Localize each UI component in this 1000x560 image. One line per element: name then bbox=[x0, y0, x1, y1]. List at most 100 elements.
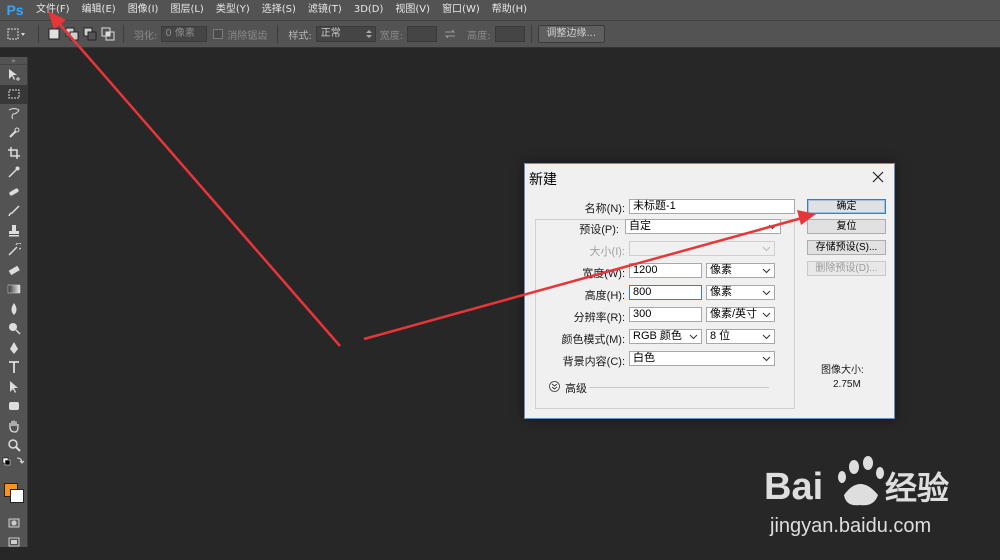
menu-bar: Ps 文件(F) 编辑(E) 图像(I) 图层(L) 类型(Y) 选择(S) 滤… bbox=[0, 0, 1000, 20]
healing-tool[interactable] bbox=[0, 182, 28, 202]
brush-tool[interactable] bbox=[0, 202, 28, 222]
options-bar: 羽化: 0 像素 消除锯齿 样式: 正常 宽度: 高度: 调整边缘... bbox=[0, 20, 1000, 48]
menu-type[interactable]: 类型(Y) bbox=[210, 0, 256, 20]
marquee-tool[interactable] bbox=[0, 84, 28, 104]
menu-file[interactable]: 文件(F) bbox=[30, 0, 76, 20]
shape-tool[interactable] bbox=[0, 397, 28, 417]
background-color-swatch[interactable] bbox=[10, 489, 24, 503]
intersect-selection-icon[interactable] bbox=[101, 27, 115, 41]
swap-colors-row bbox=[0, 455, 28, 469]
stamp-tool[interactable] bbox=[0, 221, 28, 241]
dodge-tool[interactable] bbox=[0, 319, 28, 339]
lasso-tool[interactable] bbox=[0, 104, 28, 124]
color-mode-select[interactable]: RGB 颜色 bbox=[629, 329, 702, 344]
menu-layer[interactable]: 图层(L) bbox=[164, 0, 209, 20]
crop-tool[interactable] bbox=[0, 143, 28, 163]
style-select-value: 正常 bbox=[320, 28, 341, 39]
screen-mode-button[interactable] bbox=[0, 533, 28, 553]
swap-icon[interactable] bbox=[443, 27, 457, 41]
save-preset-button[interactable]: 存储预设(S)... bbox=[807, 240, 886, 255]
eyedropper-tool[interactable] bbox=[0, 163, 28, 183]
chevron-down-icon bbox=[762, 246, 771, 252]
default-colors-icon[interactable] bbox=[0, 455, 28, 469]
panel-collapse-icon[interactable]: » bbox=[0, 57, 27, 65]
menu-3d[interactable]: 3D(D) bbox=[348, 0, 390, 20]
chevron-down-icon bbox=[768, 224, 777, 230]
ok-button[interactable]: 确定 bbox=[807, 199, 886, 214]
pen-tool[interactable] bbox=[0, 338, 28, 358]
zoom-tool[interactable] bbox=[0, 436, 28, 456]
antialias-checkbox[interactable] bbox=[213, 29, 224, 39]
history-brush-tool[interactable] bbox=[0, 241, 28, 261]
color-mode-label: 颜色模式(M): bbox=[561, 334, 625, 346]
menu-window[interactable]: 窗口(W) bbox=[436, 0, 486, 20]
width-unit-select[interactable]: 像素 bbox=[706, 263, 775, 278]
rectangle-icon bbox=[9, 402, 19, 411]
resolution-unit-select[interactable]: 像素/英寸 bbox=[706, 307, 775, 322]
menu-filter[interactable]: 滤镜(T) bbox=[302, 0, 348, 20]
blur-tool[interactable] bbox=[0, 299, 28, 319]
type-icon bbox=[9, 361, 19, 374]
size-select bbox=[629, 241, 775, 256]
path-select-tool[interactable] bbox=[0, 377, 28, 397]
chevron-down-icon bbox=[762, 334, 771, 340]
preset-select[interactable]: 自定 bbox=[625, 219, 781, 234]
menu-view[interactable]: 视图(V) bbox=[389, 0, 436, 20]
color-mode-value: RGB 颜色 bbox=[633, 330, 682, 342]
add-selection-icon[interactable] bbox=[65, 27, 79, 41]
preset-label: 预设(P): bbox=[551, 221, 621, 237]
chevron-down-icon bbox=[762, 312, 771, 318]
menu-edit[interactable]: 编辑(E) bbox=[76, 0, 122, 20]
delete-preset-button: 删除预设(D)... bbox=[807, 261, 886, 276]
image-size-label: 图像大小: bbox=[821, 365, 864, 376]
options-separator bbox=[123, 25, 124, 43]
feather-label: 羽化: bbox=[134, 30, 158, 42]
eraser-tool[interactable] bbox=[0, 260, 28, 280]
subtract-selection-icon[interactable] bbox=[83, 27, 97, 41]
quick-mask-button[interactable] bbox=[0, 513, 28, 533]
new-selection-icon[interactable] bbox=[47, 27, 61, 41]
marquee-preset-icon[interactable] bbox=[6, 27, 25, 41]
height-field[interactable]: 800 bbox=[629, 285, 702, 300]
hand-tool[interactable] bbox=[0, 416, 28, 436]
menu-select[interactable]: 选择(S) bbox=[256, 0, 302, 20]
advanced-toggle-button[interactable] bbox=[549, 381, 560, 392]
height-unit-value: 像素 bbox=[710, 286, 732, 298]
dialog-title: 新建 bbox=[529, 171, 557, 187]
height-unit-select[interactable]: 像素 bbox=[706, 285, 775, 300]
history-brush-icon bbox=[8, 243, 21, 256]
resolution-unit-value: 像素/英寸 bbox=[710, 308, 758, 320]
eraser-icon bbox=[8, 265, 20, 275]
zoom-icon bbox=[8, 439, 21, 452]
advanced-divider bbox=[589, 387, 769, 388]
resolution-field[interactable]: 300 bbox=[629, 307, 702, 322]
style-select[interactable]: 正常 bbox=[315, 26, 376, 42]
type-tool[interactable] bbox=[0, 358, 28, 378]
quick-select-tool[interactable] bbox=[0, 124, 28, 144]
gradient-tool[interactable] bbox=[0, 280, 28, 300]
bit-depth-select[interactable]: 8 位 bbox=[706, 329, 775, 344]
move-tool[interactable] bbox=[0, 65, 28, 85]
reset-button[interactable]: 复位 bbox=[807, 219, 886, 234]
refine-edge-button[interactable]: 调整边缘... bbox=[537, 25, 606, 43]
width-label: 宽度: bbox=[379, 30, 404, 42]
options-separator bbox=[38, 25, 39, 43]
menu-image[interactable]: 图像(I) bbox=[122, 0, 165, 20]
dialog-close-button[interactable] bbox=[868, 167, 888, 187]
updown-icon bbox=[365, 30, 372, 38]
feather-input[interactable]: 0 像素 bbox=[161, 26, 208, 42]
width-field[interactable]: 1200 bbox=[629, 263, 702, 278]
arrow-to-file-menu bbox=[48, 11, 341, 347]
name-field[interactable]: 未标题-1 bbox=[629, 199, 795, 214]
move-icon bbox=[9, 68, 20, 81]
height-input[interactable] bbox=[494, 26, 525, 42]
height-label: 高度(H): bbox=[584, 290, 625, 302]
crop-icon bbox=[8, 146, 20, 159]
advanced-label: 高级 bbox=[565, 383, 587, 395]
background-contents-select[interactable]: 白色 bbox=[629, 351, 775, 366]
background-contents-value: 白色 bbox=[633, 352, 655, 364]
chevron-down-icon bbox=[762, 356, 771, 362]
width-input[interactable] bbox=[407, 26, 438, 42]
menu-help[interactable]: 帮助(H) bbox=[486, 0, 533, 20]
path-select-icon bbox=[10, 380, 18, 393]
